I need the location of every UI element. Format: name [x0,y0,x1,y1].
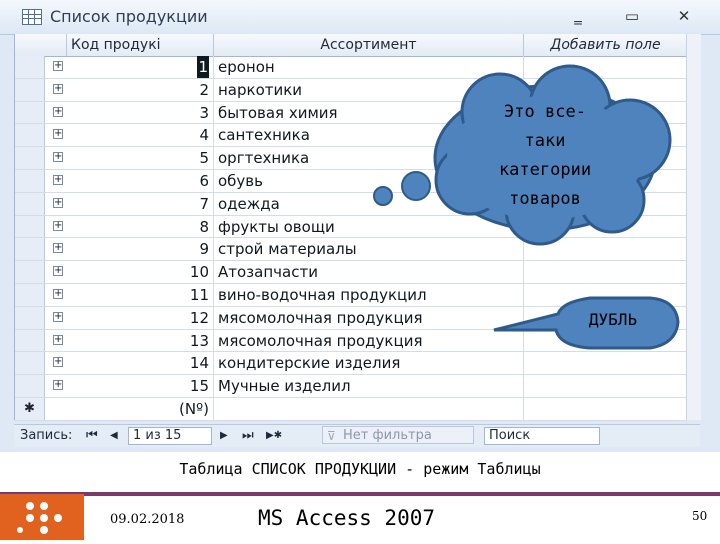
logo-icon [17,502,62,534]
slide-date: 09.02.2018 [110,512,185,527]
cloud-line: таки [524,131,566,151]
slide-logo [0,494,84,540]
bubble-callout-text: ДУБЛЬ [588,310,638,329]
slide-page-number: 50 [692,509,708,523]
slide-caption: Таблица СПИСОК ПРОДУКЦИИ - режим Таблицы [179,460,541,478]
slide-footer-title: MS Access 2007 [258,506,436,530]
cloud-line: категории [498,160,592,180]
cloud-line: товаров [509,189,581,209]
callout-layer [373,64,680,350]
cloud-callout-text: Это все- таки категории товаров [470,98,620,214]
cloud-line: Это все- [504,102,586,122]
